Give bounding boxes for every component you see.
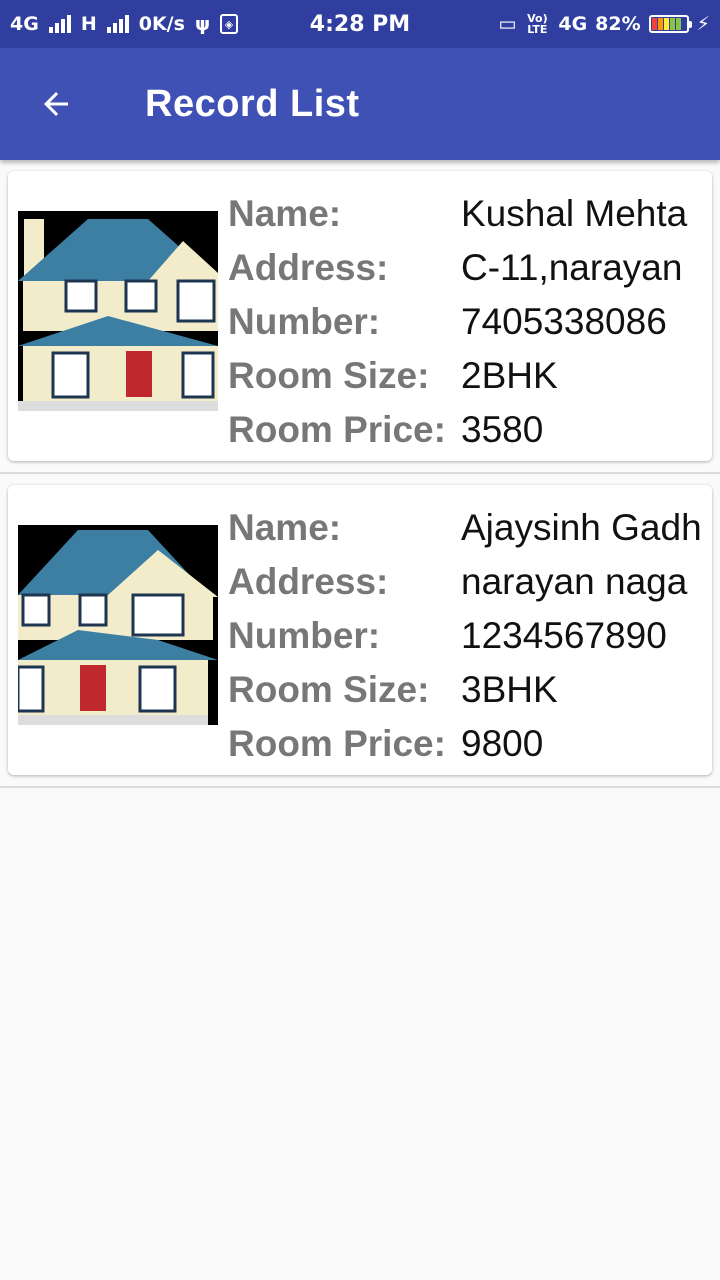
house-image — [16, 525, 218, 725]
address-value: narayan naga — [461, 561, 688, 602]
usb-icon: ψ — [194, 13, 211, 35]
battery-percent: 82% — [595, 13, 641, 35]
debug-icon: ◈ — [220, 14, 239, 34]
number-row: Number: 7405338086 — [228, 295, 712, 349]
network-speed: 0K/s — [138, 13, 185, 35]
charging-icon: ⚡ — [696, 13, 710, 35]
clock: 4:28 PM — [309, 11, 411, 37]
address-row: Address: C-11,narayan — [228, 241, 712, 295]
status-bar: 4G H 0K/s ψ ◈ 4:28 PM ▭ Vo) LTE 4G 82% ⚡ — [0, 0, 720, 48]
record-fields: Name: Kushal Mehta Address: C-11,narayan… — [228, 187, 712, 457]
room-size-label: Room Size: — [228, 355, 430, 396]
network-type-1: 4G — [10, 13, 39, 35]
page-title: Record List — [145, 83, 360, 125]
room-price-label: Room Price: — [228, 409, 446, 450]
room-size-value: 3BHK — [461, 669, 558, 710]
vibrate-icon: ▭ — [498, 13, 517, 35]
list-item[interactable]: Name: Kushal Mehta Address: C-11,narayan… — [0, 160, 720, 474]
room-size-value: 2BHK — [461, 355, 558, 396]
status-right: ▭ Vo) LTE 4G 82% ⚡ — [498, 0, 710, 48]
name-label: Name: — [228, 507, 342, 548]
number-label: Number: — [228, 615, 381, 656]
volte-label: Vo) LTE — [527, 12, 548, 36]
number-value: 7405338086 — [461, 301, 667, 342]
room-price-row: Room Price: 9800 — [228, 717, 712, 771]
name-row: Name: Ajaysinh Gadh — [228, 501, 712, 555]
network-type-3: 4G — [558, 13, 588, 35]
list-item[interactable]: Name: Ajaysinh Gadh Address: narayan nag… — [0, 474, 720, 788]
arrow-back-icon — [44, 92, 68, 116]
room-size-row: Room Size: 2BHK — [228, 349, 712, 403]
address-value: C-11,narayan — [461, 247, 683, 288]
address-label: Address: — [228, 561, 389, 602]
room-size-row: Room Size: 3BHK — [228, 663, 712, 717]
record-card[interactable]: Name: Kushal Mehta Address: C-11,narayan… — [8, 171, 712, 461]
record-fields: Name: Ajaysinh Gadh Address: narayan nag… — [228, 501, 712, 771]
room-price-row: Room Price: 3580 — [228, 403, 712, 457]
network-type-2: H — [80, 13, 97, 35]
name-value: Ajaysinh Gadh — [461, 507, 702, 548]
room-size-label: Room Size: — [228, 669, 430, 710]
address-label: Address: — [228, 247, 389, 288]
record-card[interactable]: Name: Ajaysinh Gadh Address: narayan nag… — [8, 485, 712, 775]
name-row: Name: Kushal Mehta — [228, 187, 712, 241]
name-label: Name: — [228, 193, 342, 234]
back-button[interactable] — [26, 78, 86, 130]
status-left: 4G H 0K/s ψ ◈ — [10, 0, 239, 48]
record-list: Name: Kushal Mehta Address: C-11,narayan… — [0, 160, 720, 788]
signal-icon-2 — [106, 15, 129, 33]
number-label: Number: — [228, 301, 381, 342]
app-bar: Record List — [0, 48, 720, 160]
name-value: Kushal Mehta — [461, 193, 688, 234]
battery-icon — [648, 15, 692, 33]
house-image — [18, 211, 218, 411]
room-price-value: 3580 — [461, 409, 544, 450]
number-row: Number: 1234567890 — [228, 609, 712, 663]
address-row: Address: narayan naga — [228, 555, 712, 609]
number-value: 1234567890 — [461, 615, 667, 656]
room-price-value: 9800 — [461, 723, 544, 764]
signal-icon — [48, 15, 71, 33]
room-price-label: Room Price: — [228, 723, 446, 764]
